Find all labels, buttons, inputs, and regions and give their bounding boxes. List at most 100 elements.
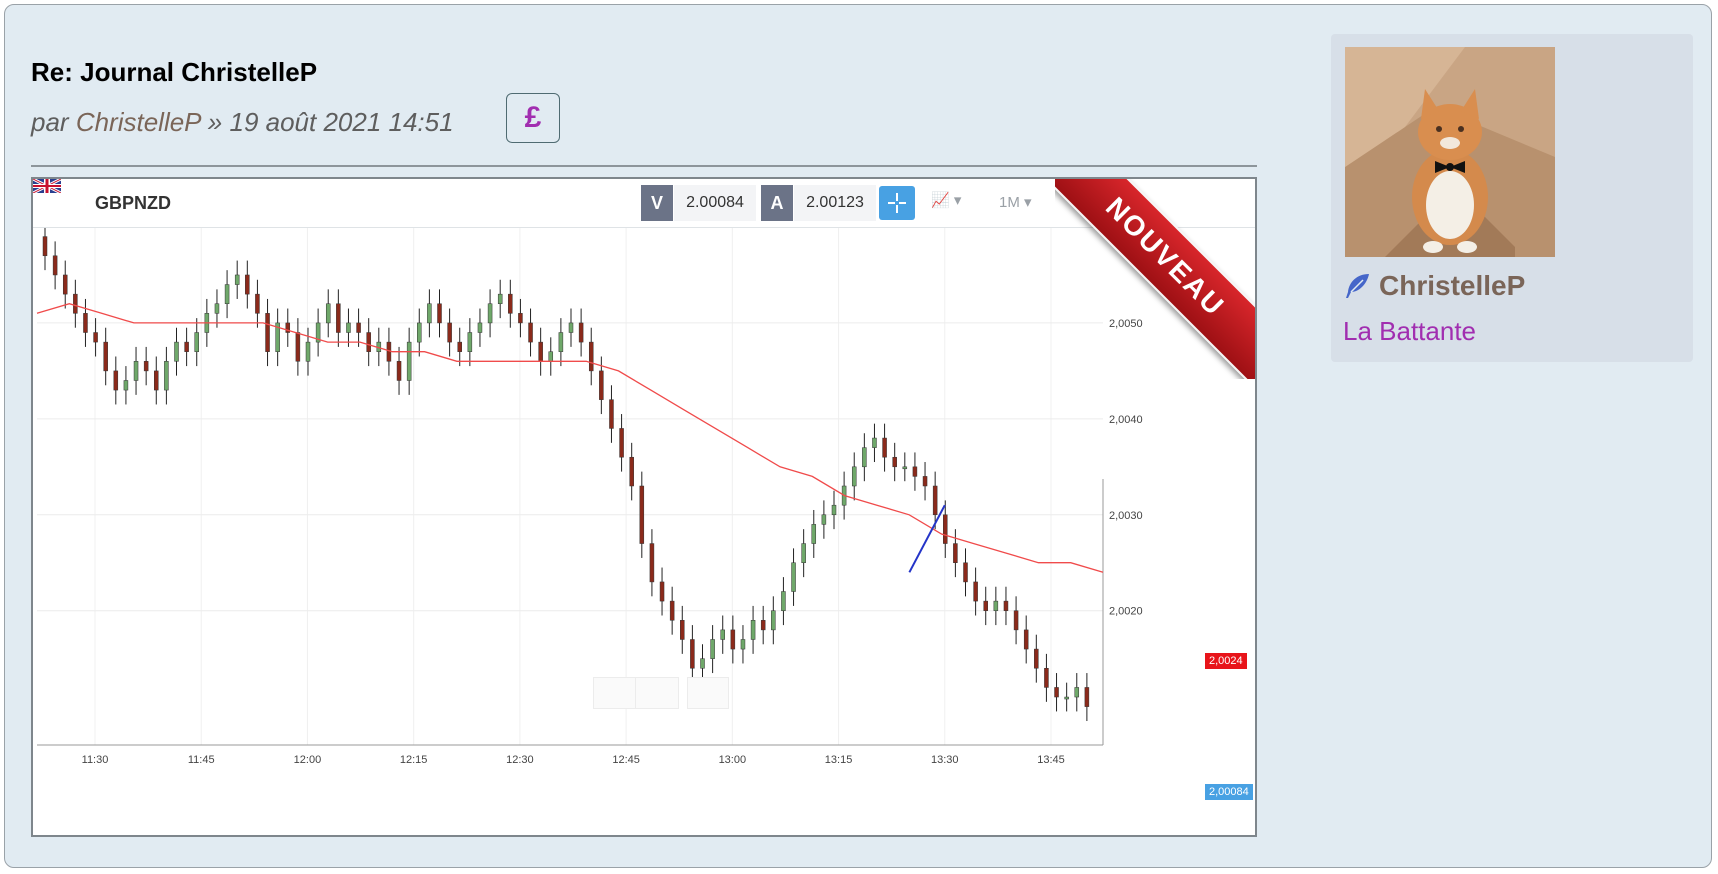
forum-post: Re: Journal ChristelleP par ChristelleP … (4, 4, 1712, 868)
candle-body (487, 303, 493, 324)
candle-body (983, 600, 988, 611)
candle-body (993, 600, 999, 611)
period-selector: 1M ▾ (999, 194, 1032, 211)
candle-body (224, 284, 230, 304)
candle-body (325, 303, 331, 324)
candle-body (356, 322, 361, 333)
candle-body (366, 332, 371, 352)
candle-body (943, 514, 948, 544)
candle-body (740, 639, 746, 650)
candle-body (93, 332, 98, 343)
candle-body (619, 428, 624, 458)
candle-body (1054, 687, 1059, 698)
candle-body (720, 629, 725, 640)
candle-body (467, 332, 473, 352)
candle-body (73, 293, 78, 314)
candle-body (164, 361, 169, 391)
username-text: ChristelleP (1379, 270, 1526, 301)
candle-body (932, 485, 938, 516)
y-tick-label: 2,0020 (1109, 606, 1143, 618)
candle-body (953, 543, 958, 563)
candle-body (669, 600, 675, 621)
currency-button[interactable]: £ (506, 93, 560, 143)
period-label: 1M (999, 194, 1020, 211)
ma-price-tag: 2,0024 (1205, 653, 1247, 669)
candle-body (417, 322, 422, 343)
candle-body (42, 236, 48, 257)
new-ribbon: NOUVEAU (1055, 179, 1255, 379)
candle-body (174, 341, 179, 362)
meta-prefix: par (31, 107, 69, 137)
candle-body (437, 303, 442, 324)
candle-body (508, 293, 513, 314)
crosshair-icon (879, 186, 915, 220)
candle-body (234, 274, 240, 285)
avatar[interactable] (1345, 47, 1555, 257)
candle-body (892, 456, 897, 468)
candle-body (133, 361, 139, 381)
chart-ghost-button (687, 677, 729, 709)
user-rank: La Battante (1343, 316, 1476, 346)
candle-body (548, 351, 554, 362)
candle-body (1064, 696, 1069, 700)
last-price-tag: 2,00084 (1205, 784, 1253, 800)
candle-body (52, 255, 58, 276)
profile-username[interactable]: ChristelleP (1343, 270, 1525, 302)
bid-value: 2.00084 (674, 185, 756, 221)
candle-body (862, 447, 867, 468)
candle-body (659, 581, 665, 602)
x-tick-label: 12:45 (612, 754, 640, 766)
candle-body (528, 322, 533, 343)
post-author-link[interactable]: ChristelleP (76, 107, 201, 137)
candle-body (83, 313, 88, 333)
feather-icon (1346, 274, 1369, 298)
post-title[interactable]: Re: Journal ChristelleP (31, 57, 317, 88)
candle-body (750, 620, 756, 640)
candle-body (801, 543, 806, 563)
candle-body (396, 361, 402, 381)
candle-body (629, 456, 634, 487)
candle-body (447, 322, 452, 343)
candle-body (568, 322, 574, 333)
post-date: » 19 août 2021 14:51 (207, 107, 454, 137)
candle-body (457, 341, 462, 352)
candle-body (609, 399, 614, 429)
candle-body (902, 466, 908, 470)
candle-body (184, 341, 189, 352)
x-tick-label: 11:30 (82, 754, 109, 766)
candle-body (872, 437, 877, 448)
x-tick-label: 11:45 (188, 754, 215, 766)
candle-body (214, 303, 220, 314)
candle-body (680, 620, 685, 640)
candle-body (154, 370, 159, 391)
candle-body (973, 581, 978, 602)
candle-body (831, 504, 837, 516)
y-tick-label: 2,0040 (1109, 414, 1143, 426)
candle-body (730, 629, 736, 650)
chart-image: 11:30 11:45 12:00 12:15 12:30 12:45 13:00 13:15… (31, 177, 1257, 837)
candle-body (265, 313, 270, 352)
x-tick-label: 13:15 (825, 754, 853, 766)
x-tick-label: 12:00 (294, 754, 322, 766)
candle-body (497, 293, 503, 304)
symbol-label: GBPNZD (95, 193, 171, 213)
candle-body (62, 274, 68, 295)
candle-body (851, 466, 857, 487)
post-meta: par ChristelleP » 19 août 2021 14:51 (31, 107, 454, 138)
candle-body (295, 332, 301, 362)
candle-body (599, 370, 604, 400)
x-tick-label: 13:00 (719, 754, 747, 766)
x-tick-label: 12:30 (506, 754, 534, 766)
candle-body (1044, 668, 1049, 688)
candle-body (821, 514, 827, 525)
y-tick-label: 2,0030 (1109, 510, 1143, 522)
x-tick-label: 13:30 (931, 754, 959, 766)
candle-body (245, 274, 250, 295)
candle-body (1023, 629, 1029, 650)
candle-body (406, 341, 412, 381)
ask-value: 2.00123 (794, 185, 876, 221)
candle-body (1013, 610, 1019, 631)
candle-body (922, 476, 928, 487)
candle-body (700, 658, 705, 669)
candle-body (811, 524, 817, 544)
